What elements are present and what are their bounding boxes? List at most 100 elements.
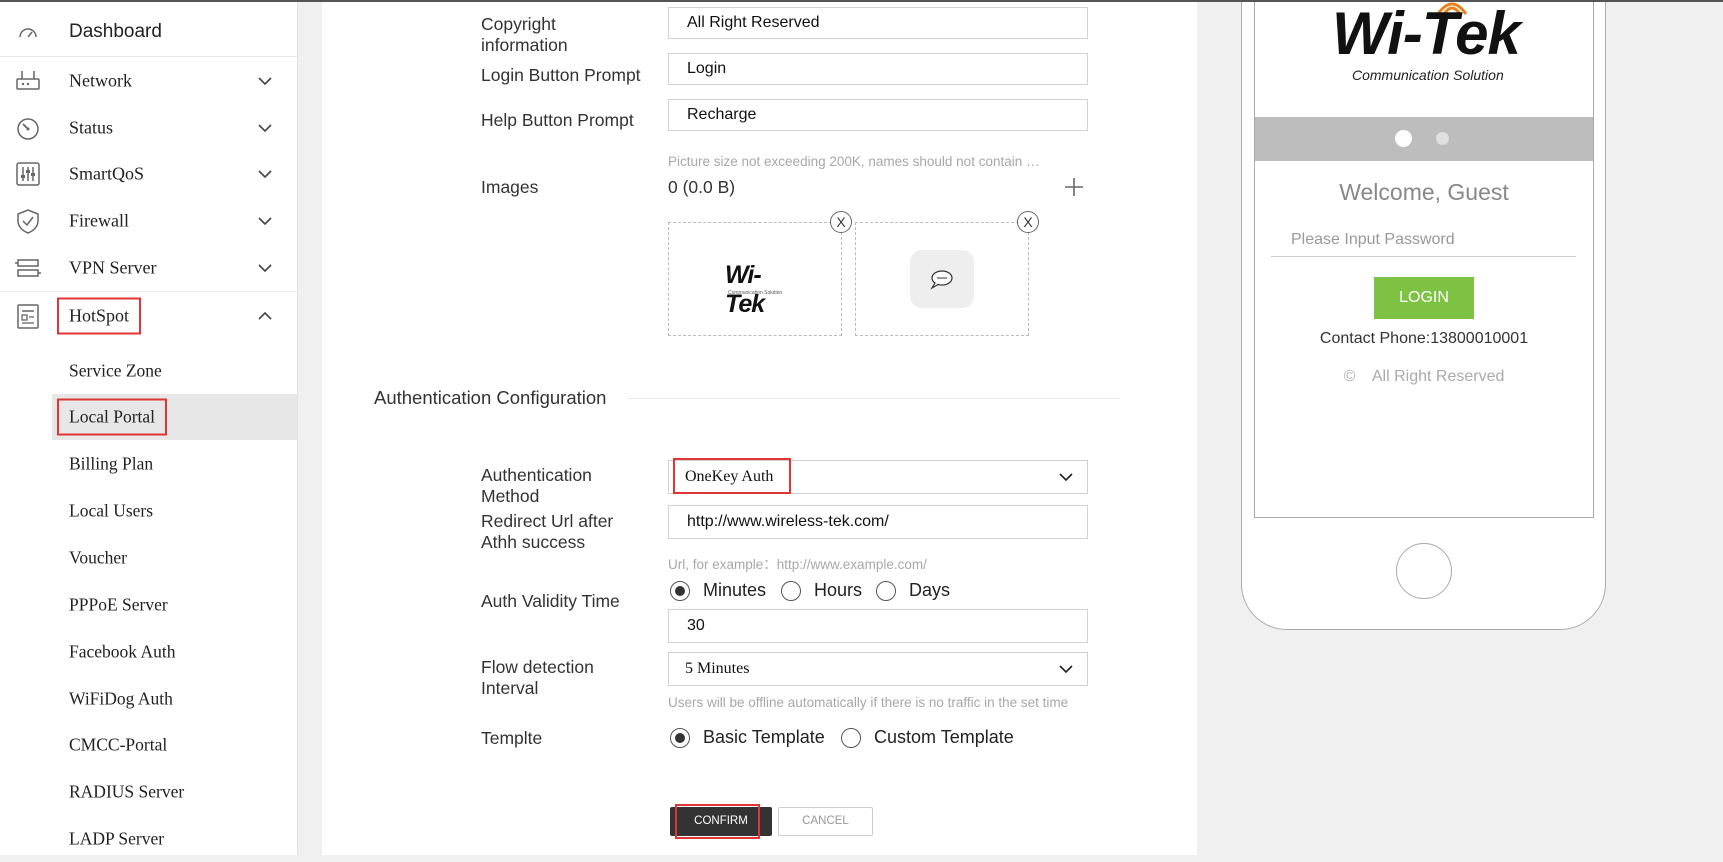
copyright-symbol: © (1343, 368, 1356, 385)
help-prompt-input[interactable]: Recharge (668, 99, 1088, 131)
sidebar-item-smartqos[interactable]: SmartQoS (0, 151, 297, 197)
radio-dot (781, 581, 801, 601)
chat-bubble-thumbnail (910, 250, 974, 308)
flow-interval-label: Flow detection Interval (481, 657, 594, 698)
server-icon (14, 254, 42, 282)
template-label: Templte (481, 728, 543, 748)
radio-label: Minutes (703, 580, 767, 600)
router-icon (14, 67, 42, 95)
images-hint: Picture size not exceeding 200K, names s… (668, 154, 1040, 169)
speedometer-icon (14, 114, 42, 142)
sidebar-subitem-radius-server[interactable]: RADIUS Server (52, 769, 297, 815)
sidebar-item-label: VPN Server (69, 257, 157, 278)
rights-text: © All Right Reserved (1254, 368, 1594, 386)
carousel-dot[interactable] (1436, 132, 1449, 145)
hotspot-icon (14, 302, 42, 330)
image-thumbnail (855, 222, 1029, 336)
sidebar-subitem-service-zone[interactable]: Service Zone (52, 348, 297, 394)
help-prompt-label: Help Button Prompt (481, 110, 634, 130)
logo-subtext: Communication Solution (728, 290, 783, 296)
rights-label: All Right Reserved (1371, 368, 1505, 385)
sidebar-subitem-label: Facebook Auth (69, 641, 176, 662)
sidebar-subitem-label: WiFiDog Auth (69, 688, 173, 709)
login-prompt-input[interactable]: Login (668, 53, 1088, 85)
chat-bubble-icon (930, 270, 953, 290)
image-carousel (1255, 117, 1593, 161)
login-prompt-label: Login Button Prompt (481, 65, 641, 85)
validity-time-input[interactable]: 30 (668, 609, 1088, 643)
chevron-up-icon (256, 307, 274, 325)
copyright-input[interactable]: All Right Reserved (668, 7, 1088, 39)
copyright-label: Copyright information (481, 14, 568, 55)
sidebar-subitem-facebook-auth[interactable]: Facebook Auth (52, 629, 297, 675)
image-thumbnail: Wi-Tek Communication Solution (668, 222, 842, 336)
gauge-icon (14, 18, 42, 46)
sidebar-subitem-label: LADP Server (69, 828, 165, 849)
top-border (0, 0, 1723, 2)
password-input[interactable]: Please Input Password (1271, 225, 1576, 257)
redirect-url-hint: Url, for example：http://www.example.com/ (668, 557, 927, 572)
chevron-down-icon (256, 212, 274, 230)
sidebar: Dashboard Network Status SmartQoS Firewa… (0, 0, 298, 855)
sidebar-item-status[interactable]: Status (0, 105, 297, 151)
login-button[interactable]: LOGIN (1374, 277, 1474, 319)
auth-method-select[interactable]: OneKey Auth (668, 460, 1088, 494)
home-button[interactable] (1396, 543, 1452, 599)
sidebar-subitem-label: Local Users (69, 500, 154, 521)
section-divider (628, 398, 1120, 399)
sidebar-subitem-cmcc-portal[interactable]: CMCC-Portal (52, 722, 297, 768)
remove-image-button[interactable]: X (830, 211, 852, 233)
radio-label: Custom Template (874, 727, 1014, 747)
images-size: 0 (0.0 B) (668, 177, 736, 197)
sidebar-item-label: HotSpot (56, 297, 142, 335)
sidebar-subitem-pppoe-server[interactable]: PPPoE Server (52, 582, 297, 628)
remove-image-button[interactable]: X (1017, 211, 1039, 233)
redirect-url-label: Redirect Url after Athh success (481, 511, 614, 552)
sliders-icon (14, 160, 42, 188)
sidebar-item-network[interactable]: Network (0, 58, 297, 104)
sidebar-subitem-wifidog-auth[interactable]: WiFiDog Auth (52, 676, 297, 722)
sidebar-item-hotspot[interactable]: HotSpot (0, 293, 297, 339)
sidebar-subitem-local-users[interactable]: Local Users (52, 488, 297, 534)
sidebar-subitem-billing-plan[interactable]: Billing Plan (52, 441, 297, 487)
sidebar-item-label: Dashboard (69, 21, 162, 42)
radio-label: Days (909, 580, 951, 600)
section-title: Authentication Configuration (374, 387, 607, 408)
carousel-dot-active[interactable] (1395, 130, 1412, 147)
chevron-down-icon (256, 72, 274, 90)
sidebar-item-dashboard[interactable]: Dashboard (0, 9, 297, 55)
sidebar-subitem-label: CMCC-Portal (69, 734, 168, 755)
sidebar-item-label: Network (69, 70, 132, 91)
sidebar-item-firewall[interactable]: Firewall (0, 198, 297, 244)
chevron-down-icon (256, 165, 274, 183)
sidebar-subitem-voucher[interactable]: Voucher (52, 535, 297, 581)
images-label: Images (481, 177, 539, 197)
radio-dot (841, 728, 861, 748)
redirect-url-input[interactable]: http://www.wireless-tek.com/ (668, 505, 1088, 539)
sidebar-item-label: SmartQoS (69, 163, 145, 184)
sidebar-subitem-label: PPPoE Server (69, 594, 168, 615)
validity-time-label: Auth Validity Time (481, 591, 620, 611)
sidebar-subitem-ladp-server[interactable]: LADP Server (52, 816, 297, 862)
flow-interval-value: 5 Minutes (685, 660, 750, 677)
sidebar-subitem-label: RADIUS Server (69, 781, 185, 802)
chevron-down-icon (1057, 468, 1075, 486)
sidebar-subitem-local-portal[interactable]: Local Portal (52, 394, 297, 440)
radio-dot (876, 581, 896, 601)
shield-icon (14, 207, 42, 235)
cancel-button[interactable]: CANCEL (778, 807, 873, 836)
sidebar-item-vpn-server[interactable]: VPN Server (0, 245, 297, 291)
sidebar-item-label: Firewall (69, 210, 129, 231)
radio-label: Hours (814, 580, 863, 600)
confirm-button[interactable]: CONFIRM (670, 807, 772, 836)
logo-subtext: Communication Solution (1352, 67, 1504, 83)
sidebar-item-label: Status (69, 117, 114, 138)
chevron-down-icon (256, 259, 274, 277)
radio-label: Basic Template (703, 727, 825, 747)
add-image-icon[interactable] (1063, 176, 1085, 198)
flow-interval-select[interactable]: 5 Minutes (668, 652, 1088, 686)
welcome-text: Welcome, Guest (1339, 179, 1509, 205)
divider (0, 291, 297, 292)
sidebar-subitem-label: Local Portal (56, 398, 168, 436)
witek-logo: Wi-Tek Communication Solution (1332, 0, 1532, 90)
